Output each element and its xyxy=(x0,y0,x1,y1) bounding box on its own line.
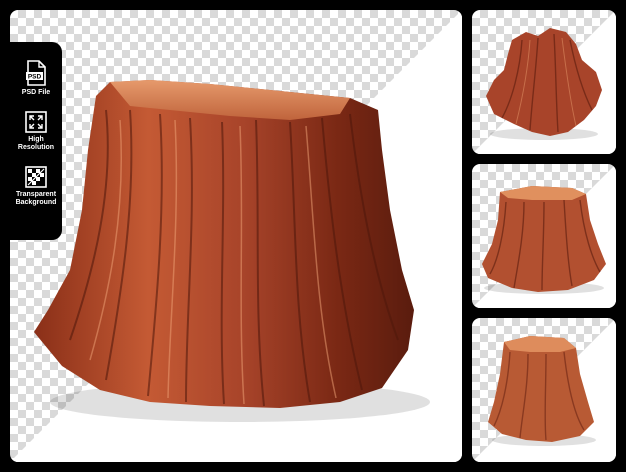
feature-badges: PSD PSD File High Resolution Transparent… xyxy=(10,42,62,240)
high-resolution-icon xyxy=(25,111,47,133)
thumbnail-stump-3 xyxy=(488,336,596,446)
badge-high-resolution: High Resolution xyxy=(10,111,62,152)
badge-transparent-background: Transparent Background xyxy=(10,166,62,207)
main-preview-panel xyxy=(10,10,462,462)
thumbnail-panel-3[interactable] xyxy=(472,318,616,462)
thumbnail-panel-1[interactable] xyxy=(472,10,616,154)
thumbnail-stump-2 xyxy=(482,186,606,294)
thumbnail-stump-1 xyxy=(486,28,602,140)
badge-psd-file: PSD PSD File xyxy=(22,60,50,97)
psd-glyph: PSD xyxy=(28,74,42,81)
thumbnail-panel-2[interactable] xyxy=(472,164,616,308)
badge-label-transparent: Transparent Background xyxy=(15,191,57,206)
badge-label-high-resolution: High Resolution xyxy=(17,136,55,151)
main-tree-stump-image xyxy=(34,80,430,422)
badge-label-psd: PSD File xyxy=(21,89,51,96)
psd-file-icon: PSD xyxy=(26,60,46,86)
transparent-background-icon xyxy=(25,166,47,188)
